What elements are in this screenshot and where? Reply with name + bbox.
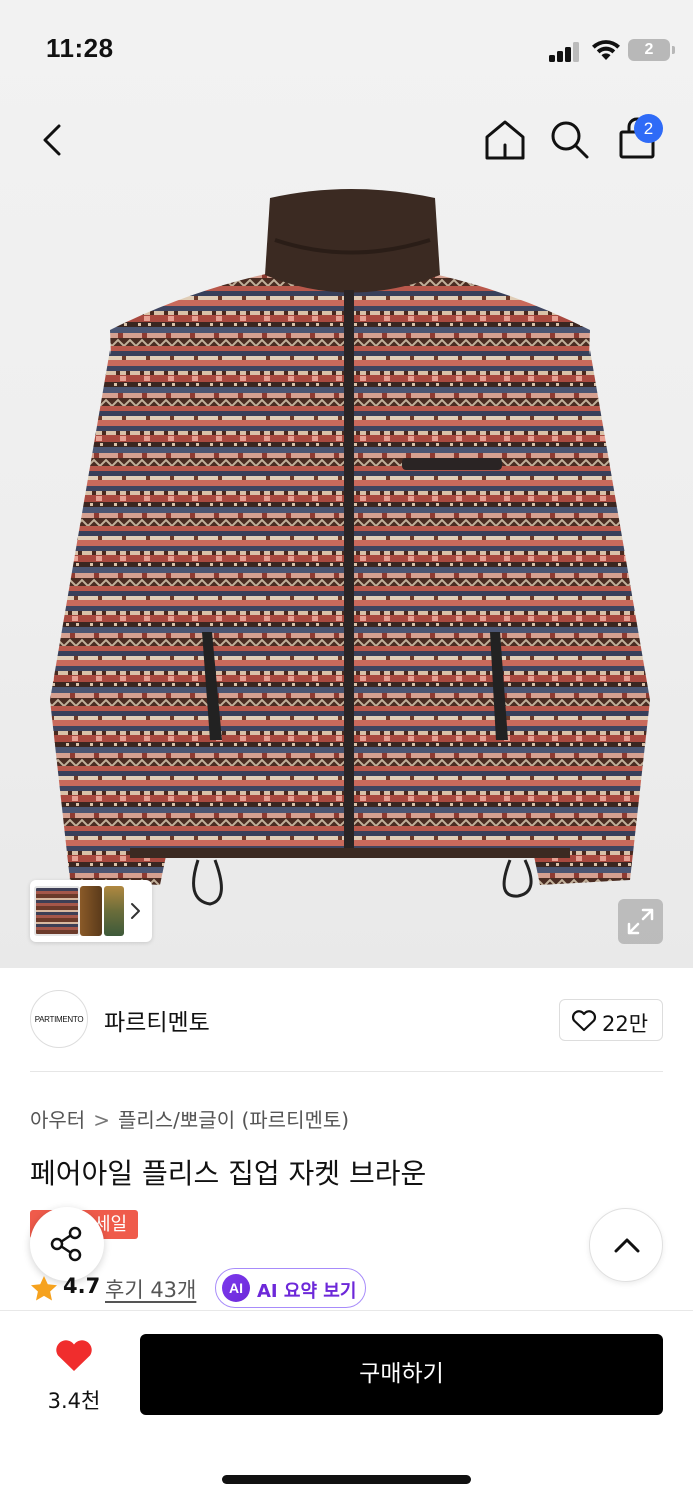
divider [30,1071,663,1072]
scroll-to-top-button[interactable] [589,1208,663,1282]
brand-name[interactable]: 파르티멘토 [104,1003,210,1037]
star-icon [31,1276,57,1301]
breadcrumb-subcategory[interactable]: 플리스/뽀글이 (파르티멘토) [118,1108,349,1132]
chevron-left-icon [43,124,61,156]
product-title: 페어아일 플리스 집업 자켓 브라운 [30,1157,427,1190]
wifi-icon [592,40,620,60]
heart-outline-icon [571,1010,597,1032]
brand-logo[interactable]: PARTIMENTO [30,990,88,1048]
wishlist-button[interactable]: 3.4천 [30,1339,118,1419]
home-indicator [222,1475,471,1484]
battery-level: 2 [644,41,654,58]
ai-badge-icon: AI [222,1274,250,1302]
expand-icon [627,908,654,935]
fullscreen-button[interactable] [618,899,663,944]
buy-button[interactable]: 구매하기 [140,1334,663,1415]
brand-row[interactable]: PARTIMENTO 파르티멘토 22만 [30,990,663,1050]
ai-summary-button[interactable]: AI AI 요약 보기 [215,1268,366,1308]
search-button[interactable] [545,114,595,164]
status-time: 11:28 [46,33,114,63]
brand-like-count: 22만 [602,1012,649,1036]
chevron-up-icon [614,1238,640,1253]
breadcrumb: 아우터 > 플리스/뽀글이 (파르티멘토) [30,1104,349,1133]
home-icon [485,120,525,160]
status-bar: 11:28 2 [0,0,693,100]
breadcrumb-separator-icon: > [93,1108,110,1132]
breadcrumb-category[interactable]: 아우터 [30,1108,85,1132]
product-image-area[interactable]: 11:28 2 2 [0,0,693,968]
review-link[interactable]: 후기 43개 [105,1274,196,1304]
share-icon [50,1226,82,1262]
battery-icon: 2 [628,39,675,61]
back-button[interactable] [30,115,80,165]
heart-filled-icon [56,1340,92,1371]
thumbnail-2[interactable] [80,886,102,936]
chevron-right-icon [131,903,140,919]
thumbnail-1[interactable] [34,886,80,936]
image-thumbnails[interactable] [30,880,152,942]
thumbnail-3[interactable] [104,886,124,936]
product-jacket-image [50,189,650,906]
ai-summary-label: AI 요약 보기 [257,1281,357,1302]
brand-like-button[interactable]: 22만 [559,999,663,1041]
search-icon [551,121,589,159]
cart-count-badge: 2 [634,114,663,143]
cellular-signal-icon [549,42,581,62]
rating-value: 4.7 [63,1274,101,1298]
rating-row: 4.7 후기 43개 AI AI 요약 보기 [30,1268,430,1308]
wishlist-count: 3.4천 [47,1389,101,1413]
bottom-action-bar: 3.4천 구매하기 [0,1311,693,1500]
home-button[interactable] [480,115,530,165]
